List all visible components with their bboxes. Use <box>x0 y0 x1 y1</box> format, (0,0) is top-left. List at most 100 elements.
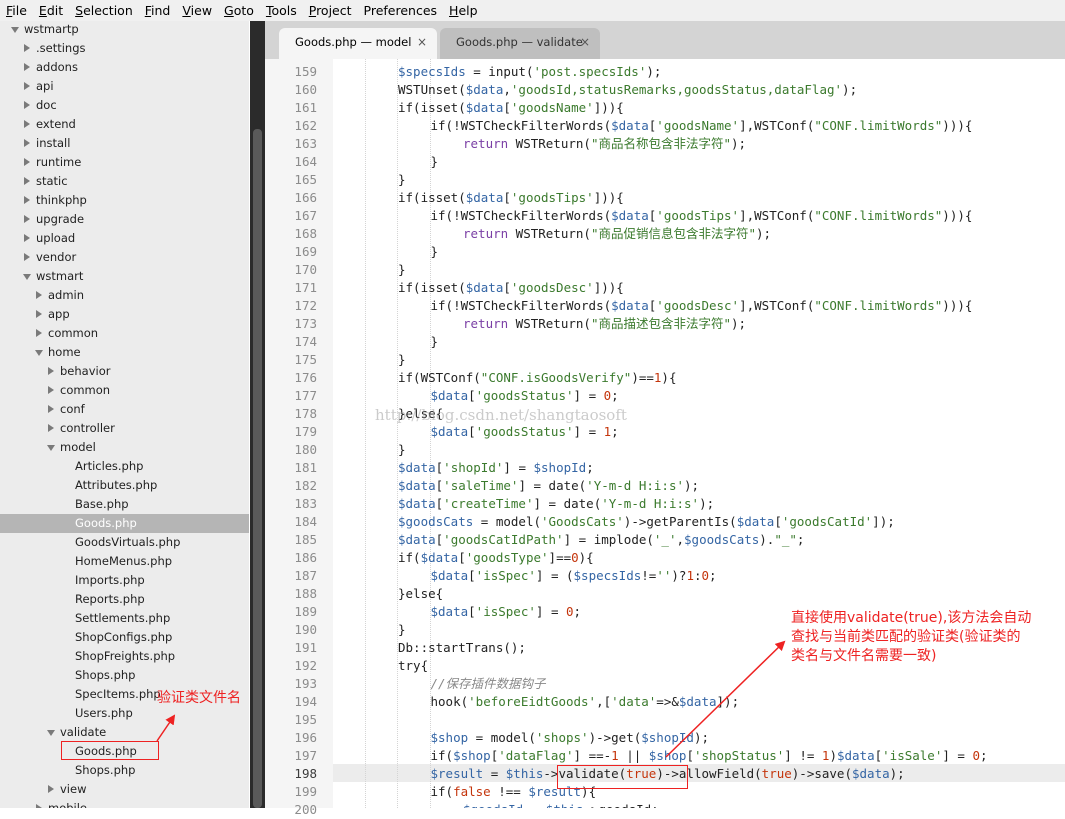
tree-folder[interactable]: controller <box>0 419 249 438</box>
code-token: 1 <box>686 568 694 583</box>
disclosure-collapsed-icon[interactable] <box>22 115 32 134</box>
disclosure-collapsed-icon[interactable] <box>46 419 56 438</box>
tree-folder[interactable]: validate <box>0 723 249 742</box>
tree-folder[interactable]: wstmart <box>0 267 249 286</box>
code-token: $data <box>611 298 649 313</box>
tree-folder[interactable]: mobile <box>0 799 249 808</box>
menu-item[interactable]: Tools <box>260 0 303 21</box>
disclosure-collapsed-icon[interactable] <box>22 210 32 229</box>
tree-folder[interactable]: model <box>0 438 249 457</box>
tree-file[interactable]: Goods.php <box>0 742 249 761</box>
disclosure-collapsed-icon[interactable] <box>22 229 32 248</box>
tree-file[interactable]: Attributes.php <box>0 476 249 495</box>
tree-file[interactable]: Imports.php <box>0 571 249 590</box>
menu-item[interactable]: Goto <box>218 0 260 21</box>
menu-item[interactable]: Preferences <box>358 0 444 21</box>
line-number: 162 <box>294 118 317 133</box>
menu-item[interactable]: File <box>0 0 33 21</box>
tree-file[interactable]: Shops.php <box>0 666 249 685</box>
tree-folder[interactable]: common <box>0 381 249 400</box>
tree-file[interactable]: GoodsVirtuals.php <box>0 533 249 552</box>
code-token: =>& <box>656 694 679 709</box>
disclosure-expanded-icon[interactable] <box>34 343 44 362</box>
tree-folder[interactable]: admin <box>0 286 249 305</box>
tree-folder[interactable]: addons <box>0 58 249 77</box>
menu-item[interactable]: Selection <box>69 0 139 21</box>
disclosure-collapsed-icon[interactable] <box>22 77 32 96</box>
tree-file[interactable]: HomeMenus.php <box>0 552 249 571</box>
menu-item[interactable]: View <box>176 0 218 21</box>
tree-label: Attributes.php <box>75 478 158 492</box>
sidebar-scrollbar[interactable] <box>250 21 265 808</box>
disclosure-collapsed-icon[interactable] <box>22 96 32 115</box>
disclosure-collapsed-icon[interactable] <box>46 400 56 419</box>
disclosure-collapsed-icon[interactable] <box>34 324 44 343</box>
tree-file[interactable]: Reports.php <box>0 590 249 609</box>
code-token: 'goodsType' <box>465 550 549 565</box>
disclosure-expanded-icon[interactable] <box>46 723 56 742</box>
tree-folder[interactable]: upgrade <box>0 210 249 229</box>
tab-goods-validate[interactable]: Goods.php — validate × <box>440 28 600 59</box>
disclosure-collapsed-icon[interactable] <box>22 153 32 172</box>
tree-folder[interactable]: behavior <box>0 362 249 381</box>
tree-folder[interactable]: wstmartp <box>0 21 249 39</box>
disclosure-collapsed-icon[interactable] <box>22 172 32 191</box>
tree-file[interactable]: SpecItems.php <box>0 685 249 704</box>
disclosure-collapsed-icon[interactable] <box>22 248 32 267</box>
code-token: $data <box>465 100 504 115</box>
code-line: } <box>431 153 439 171</box>
tab-goods-model[interactable]: Goods.php — model × <box>279 28 437 59</box>
tree-folder[interactable]: conf <box>0 400 249 419</box>
disclosure-expanded-icon[interactable] <box>10 21 20 39</box>
code-editor[interactable]: $specsIds = input('post.specsIds'); WSTUn… <box>333 59 1065 808</box>
disclosure-collapsed-icon[interactable] <box>46 780 56 799</box>
tree-folder[interactable]: thinkphp <box>0 191 249 210</box>
tree-file[interactable]: Articles.php <box>0 457 249 476</box>
tree-folder[interactable]: .settings <box>0 39 249 58</box>
tree-file[interactable]: Shops.php <box>0 761 249 780</box>
disclosure-expanded-icon[interactable] <box>22 267 32 286</box>
code-token: $result <box>430 766 484 781</box>
disclosure-collapsed-icon[interactable] <box>22 39 32 58</box>
tree-folder[interactable]: static <box>0 172 249 191</box>
disclosure-collapsed-icon[interactable] <box>34 305 44 324</box>
disclosure-collapsed-icon[interactable] <box>22 58 32 77</box>
tree-folder[interactable]: api <box>0 77 249 96</box>
menu-item[interactable]: Project <box>303 0 358 21</box>
disclosure-collapsed-icon[interactable] <box>22 134 32 153</box>
tree-file[interactable]: Base.php <box>0 495 249 514</box>
tree-folder[interactable]: upload <box>0 229 249 248</box>
code-token: $this <box>505 766 544 781</box>
tree-folder[interactable]: runtime <box>0 153 249 172</box>
menu-item[interactable]: Edit <box>33 0 69 21</box>
disclosure-collapsed-icon[interactable] <box>22 191 32 210</box>
code-token: ] = <box>503 460 534 475</box>
tree-file[interactable]: ShopFreights.php <box>0 647 249 666</box>
tree-folder[interactable]: extend <box>0 115 249 134</box>
disclosure-collapsed-icon[interactable] <box>46 381 56 400</box>
menu-item[interactable]: Help <box>443 0 484 21</box>
tree-folder[interactable]: home <box>0 343 249 362</box>
disclosure-expanded-icon[interactable] <box>46 438 56 457</box>
tree-folder[interactable]: install <box>0 134 249 153</box>
disclosure-collapsed-icon[interactable] <box>34 799 44 808</box>
close-icon[interactable]: × <box>417 28 427 56</box>
code-token: 'goodsCatIdPath' <box>443 532 564 547</box>
tree-folder[interactable]: doc <box>0 96 249 115</box>
code-token: ] = date( <box>533 496 602 511</box>
sidebar-scrollbar-thumb[interactable] <box>253 129 262 808</box>
code-token: $goodsId <box>463 802 523 808</box>
tree-file[interactable]: Users.php <box>0 704 249 723</box>
disclosure-collapsed-icon[interactable] <box>34 286 44 305</box>
tree-folder[interactable]: vendor <box>0 248 249 267</box>
tree-folder[interactable]: view <box>0 780 249 799</box>
disclosure-collapsed-icon[interactable] <box>46 362 56 381</box>
tree-file[interactable]: ShopConfigs.php <box>0 628 249 647</box>
code-token: ; <box>611 388 619 403</box>
tree-file[interactable]: Settlements.php <box>0 609 249 628</box>
close-icon[interactable]: × <box>580 28 590 56</box>
tree-file[interactable]: Goods.php <box>0 514 249 533</box>
menu-item[interactable]: Find <box>139 0 177 21</box>
tree-folder[interactable]: common <box>0 324 249 343</box>
tree-folder[interactable]: app <box>0 305 249 324</box>
